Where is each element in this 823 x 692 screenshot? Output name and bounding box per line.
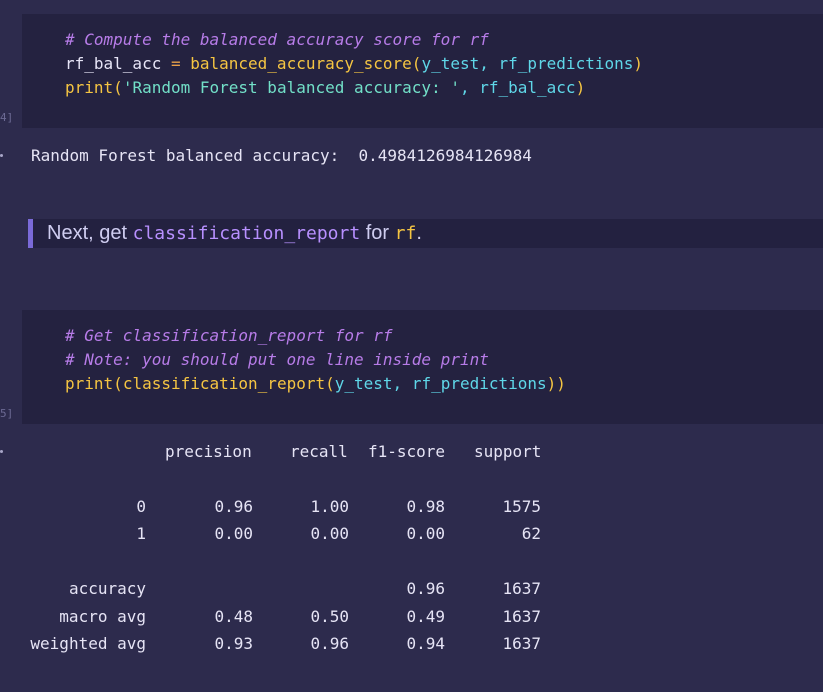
report-cell-precision: 0.00	[214, 524, 253, 543]
report-cell-precision: 0.48	[214, 607, 253, 626]
execution-count: 5]	[0, 407, 14, 420]
cell-output: Random Forest balanced accuracy: 0.49841…	[31, 146, 532, 165]
report-header-support: support	[474, 442, 542, 461]
markdown-text-segment: .	[416, 222, 422, 244]
report-cell-support: 1637	[502, 579, 541, 598]
code-args: y_test, rf_predictions	[334, 374, 547, 393]
report-cell-support: 1637	[502, 607, 541, 626]
code-function: print	[65, 78, 114, 97]
code-paren: (	[325, 374, 335, 393]
code-paren: (	[411, 54, 422, 73]
markdown-text-segment: Next, get	[47, 222, 133, 244]
code-paren: (	[113, 78, 123, 97]
code-paren: (	[113, 374, 123, 393]
code-cell-2[interactable]: # Get classification_report for rf # Not…	[22, 310, 823, 424]
code-comment: # Get classification_report for rf	[65, 326, 393, 345]
report-row-label: weighted avg	[30, 634, 146, 653]
code-paren: )	[575, 78, 586, 97]
code-function: balanced_accuracy_score	[190, 54, 412, 73]
output-collapse-icon[interactable]	[0, 154, 3, 157]
inline-code: classification_report	[132, 223, 361, 244]
code-string: 'Random Forest balanced accuracy: '	[122, 78, 460, 97]
code-function: classification_report	[122, 374, 326, 393]
code-function: print	[65, 374, 114, 393]
markdown-text-segment: for	[360, 222, 395, 244]
report-cell-recall: 0.96	[310, 634, 349, 653]
cell-selection-bar	[28, 219, 33, 248]
report-cell-precision: 0.93	[214, 634, 253, 653]
code-line-print: print(classification_report(y_test, rf_p…	[65, 374, 566, 393]
report-row-label: 1	[136, 524, 146, 543]
report-cell-f1: 0.94	[406, 634, 445, 653]
report-cell-f1: 0.00	[406, 524, 445, 543]
report-header-f1: f1-score	[368, 442, 446, 461]
report-row-label: macro avg	[59, 607, 146, 626]
report-row-label: accuracy	[68, 579, 146, 598]
output-collapse-icon[interactable]	[0, 450, 3, 453]
code-paren: )	[633, 54, 643, 73]
code-args: y_test, rf_predictions	[421, 54, 634, 73]
report-header-precision: precision	[165, 442, 252, 461]
code-comment: # Note: you should put one line inside p…	[65, 350, 489, 369]
code-paren: ))	[546, 374, 566, 393]
report-cell-recall: 0.50	[310, 607, 349, 626]
code-comment: # Compute the balanced accuracy score fo…	[65, 30, 489, 49]
inline-code: rf	[394, 223, 417, 244]
markdown-cell[interactable]: Next, get classification_report for rf.	[28, 219, 823, 248]
report-cell-support: 1637	[502, 634, 541, 653]
report-cell-precision: 0.96	[214, 497, 253, 516]
report-cell-f1: 0.96	[406, 579, 445, 598]
report-cell-f1: 0.98	[406, 497, 445, 516]
execution-count: 4]	[0, 111, 14, 124]
report-cell-support: 62	[521, 524, 541, 543]
code-line-print: print('Random Forest balanced accuracy: …	[65, 78, 585, 97]
report-header-recall: recall	[290, 442, 348, 461]
report-cell-recall: 0.00	[310, 524, 349, 543]
code-cell-1[interactable]: # Compute the balanced accuracy score fo…	[22, 14, 823, 128]
report-cell-recall: 1.00	[310, 497, 349, 516]
code-variable: rf_bal_acc	[65, 54, 162, 73]
report-row-label: 0	[136, 497, 146, 516]
report-cell-support: 1575	[502, 497, 541, 516]
report-cell-f1: 0.49	[406, 607, 445, 626]
code-args: , rf_bal_acc	[459, 78, 576, 97]
code-line-assign: rf_bal_acc = balanced_accuracy_score(y_t…	[65, 54, 643, 73]
markdown-text: Next, get classification_report for rf.	[47, 222, 422, 245]
code-operator: =	[161, 54, 191, 73]
